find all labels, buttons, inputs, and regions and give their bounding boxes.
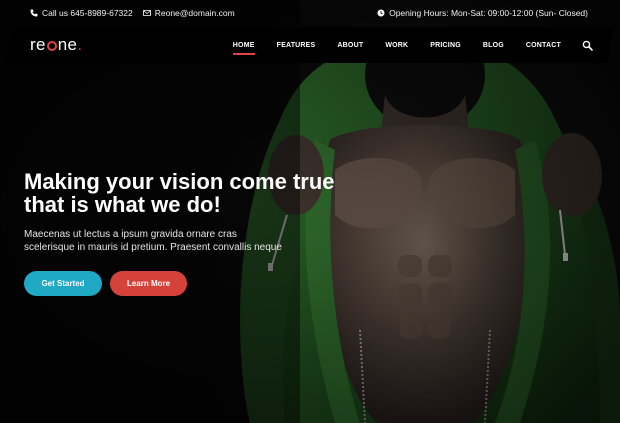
hours-item: Opening Hours: Mon-Sat: 09:00-12:00 (Sun… (377, 8, 588, 18)
nav-item-blog[interactable]: BLOG (472, 42, 515, 49)
get-started-button[interactable]: Get Started (24, 271, 102, 296)
nav-item-about[interactable]: ABOUT (326, 42, 374, 49)
logo-suffix: ne (57, 35, 78, 54)
logo-prefix: re (30, 35, 46, 54)
envelope-icon (142, 10, 151, 16)
clock-icon (377, 9, 385, 17)
hero-headline-line2: that is what we do! (24, 192, 221, 217)
nav-item-contact[interactable]: CONTACT (515, 42, 572, 49)
site-logo[interactable]: re ne . (30, 35, 82, 55)
phone-info[interactable]: Call us 645-8989-67322 (30, 8, 133, 18)
nav-item-pricing[interactable]: PRICING (419, 42, 472, 49)
nav-item-home[interactable]: HOME (222, 42, 266, 49)
hero-headline: Making your vision come true that is wha… (24, 170, 354, 216)
search-icon (582, 40, 593, 51)
nav-item-work[interactable]: WORK (374, 42, 419, 49)
hero-subtext-line2: scelerisque in mauris id pretium. Praese… (24, 242, 282, 253)
nav-item-features[interactable]: FEATURES (266, 42, 327, 49)
logo-dot: . (77, 35, 83, 54)
contact-info: Call us 645-8989-67322 Reone@domain.com (30, 8, 235, 18)
top-info-bar: Call us 645-8989-67322 Reone@domain.com … (0, 0, 620, 26)
hours-text: Opening Hours: Mon-Sat: 09:00-12:00 (Sun… (389, 8, 588, 18)
hero-subtext-line1: Maecenas ut lectus a ipsum gravida ornar… (24, 229, 237, 240)
hero-subtext: Maecenas ut lectus a ipsum gravida ornar… (24, 228, 324, 254)
logo-o-mark (46, 41, 57, 51)
main-navbar: re ne . HOME FEATURES ABOUT WORK PRICING… (5, 27, 613, 63)
phone-text: Call us 645-8989-67322 (42, 8, 133, 18)
hero-headline-line1: Making your vision come true (24, 169, 335, 194)
search-button[interactable] (582, 38, 596, 52)
email-info[interactable]: Reone@domain.com (142, 8, 235, 18)
learn-more-button[interactable]: Learn More (110, 271, 187, 296)
phone-icon (30, 9, 38, 17)
hours-info: Opening Hours: Mon-Sat: 09:00-12:00 (Sun… (377, 8, 588, 18)
primary-nav: HOME FEATURES ABOUT WORK PRICING BLOG CO… (222, 42, 572, 49)
email-text: Reone@domain.com (154, 8, 235, 18)
